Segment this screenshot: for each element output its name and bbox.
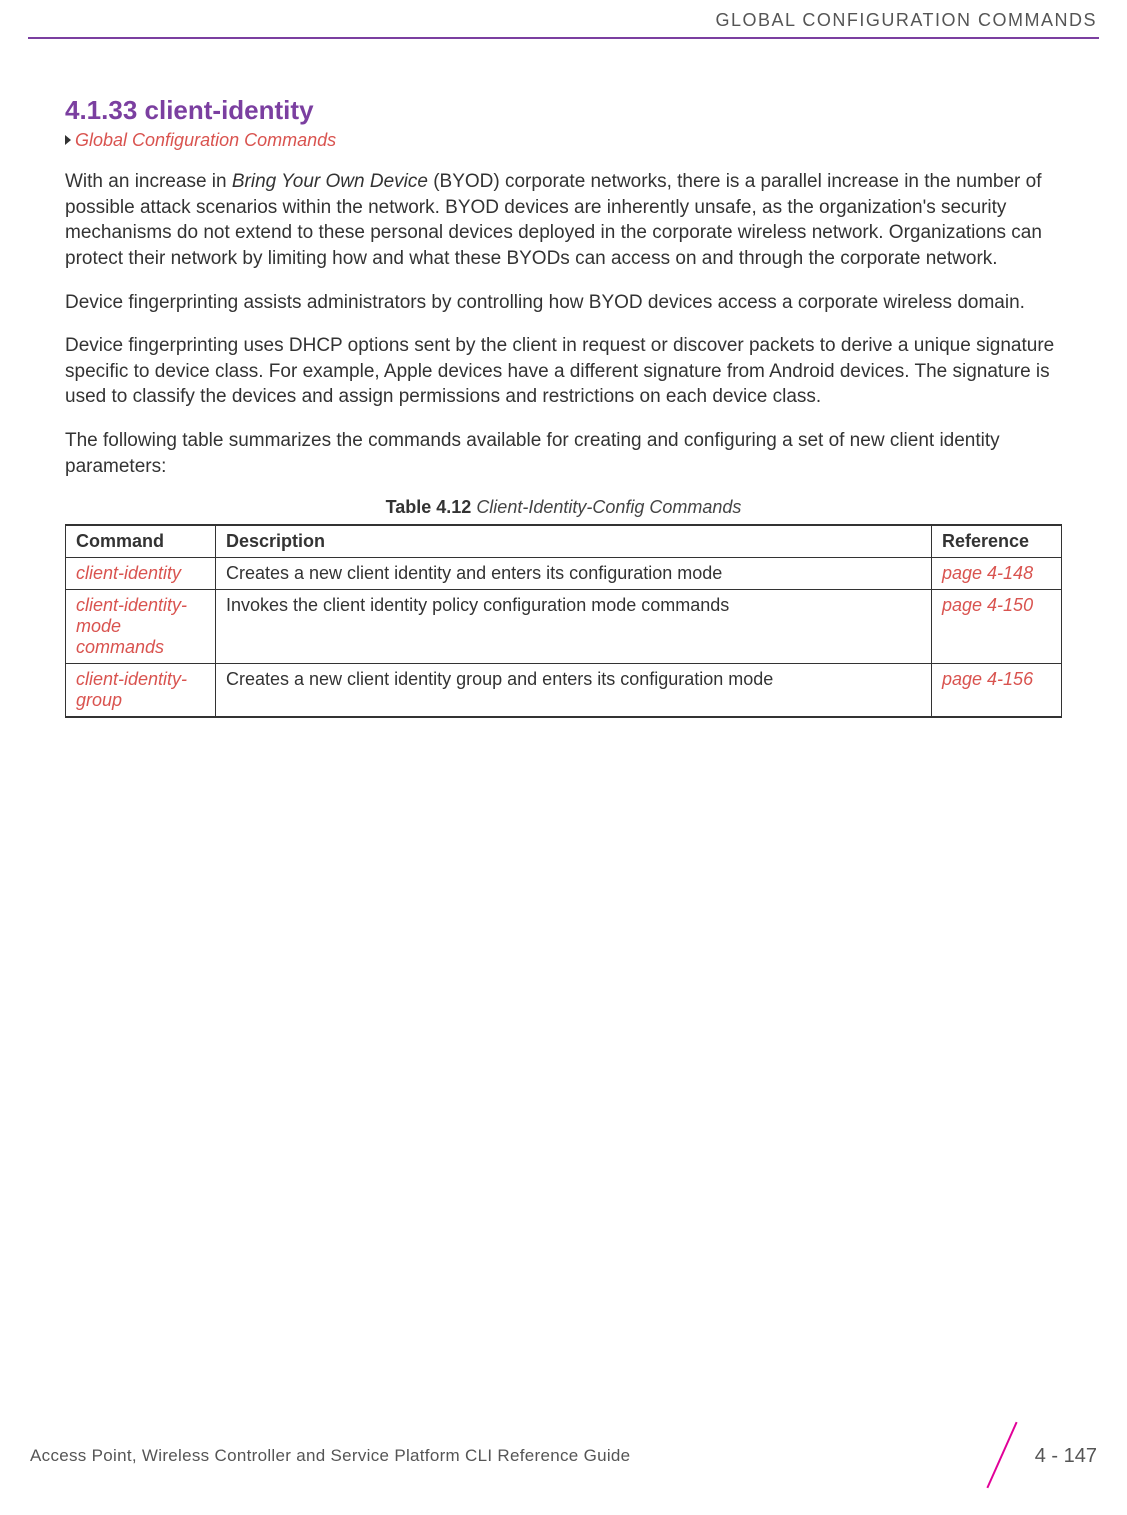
paragraph-3: Device fingerprinting uses DHCP options … — [65, 333, 1062, 410]
cell-description: Creates a new client identity and enters… — [216, 558, 932, 590]
p1-emphasis: Bring Your Own Device — [232, 171, 428, 192]
cmd-link[interactable]: client-identity-mode commands — [76, 595, 187, 657]
ref-link[interactable]: page 4-148 — [942, 563, 1033, 583]
command-table: Command Description Reference client-ide… — [65, 524, 1062, 718]
table-caption-number: Table 4.12 — [386, 497, 472, 517]
table-row: client-identity Creates a new client ide… — [66, 558, 1062, 590]
table-row: client-identity-mode commands Invokes th… — [66, 590, 1062, 664]
breadcrumb-arrow-icon — [65, 135, 71, 145]
table-caption-title: Client-Identity-Config Commands — [476, 497, 741, 517]
footer-slash-icon — [985, 1421, 1021, 1491]
th-command: Command — [66, 525, 216, 558]
breadcrumb-label: Global Configuration Commands — [75, 130, 336, 150]
cmd-link[interactable]: client-identity — [76, 563, 181, 583]
page-footer: Access Point, Wireless Controller and Se… — [0, 1421, 1127, 1491]
breadcrumb[interactable]: Global Configuration Commands — [65, 130, 1062, 151]
th-description: Description — [216, 525, 932, 558]
table-header-row: Command Description Reference — [66, 525, 1062, 558]
page-number: 4 - 147 — [1035, 1445, 1097, 1468]
page-header: GLOBAL CONFIGURATION COMMANDS — [0, 0, 1127, 37]
cell-reference[interactable]: page 4-148 — [932, 558, 1062, 590]
paragraph-4: The following table summarizes the comma… — [65, 428, 1062, 479]
page-content: 4.1.33 client-identity Global Configurat… — [0, 39, 1127, 718]
cell-command[interactable]: client-identity-mode commands — [66, 590, 216, 664]
cell-description: Creates a new client identity group and … — [216, 664, 932, 718]
th-reference: Reference — [932, 525, 1062, 558]
cell-reference[interactable]: page 4-150 — [932, 590, 1062, 664]
header-title: GLOBAL CONFIGURATION COMMANDS — [715, 10, 1097, 31]
paragraph-2: Device fingerprinting assists administra… — [65, 290, 1062, 316]
paragraph-1: With an increase in Bring Your Own Devic… — [65, 169, 1062, 272]
p1-pre: With an increase in — [65, 171, 232, 192]
section-heading: 4.1.33 client-identity — [65, 95, 1062, 126]
cell-reference[interactable]: page 4-156 — [932, 664, 1062, 718]
ref-link[interactable]: page 4-150 — [942, 595, 1033, 615]
footer-guide-title: Access Point, Wireless Controller and Se… — [30, 1446, 630, 1466]
ref-link[interactable]: page 4-156 — [942, 669, 1033, 689]
cmd-link[interactable]: client-identity-group — [76, 669, 187, 710]
cell-command[interactable]: client-identity — [66, 558, 216, 590]
footer-right: 4 - 147 — [985, 1421, 1097, 1491]
table-caption: Table 4.12 Client-Identity-Config Comman… — [65, 497, 1062, 518]
table-row: client-identity-group Creates a new clie… — [66, 664, 1062, 718]
cell-description: Invokes the client identity policy confi… — [216, 590, 932, 664]
cell-command[interactable]: client-identity-group — [66, 664, 216, 718]
